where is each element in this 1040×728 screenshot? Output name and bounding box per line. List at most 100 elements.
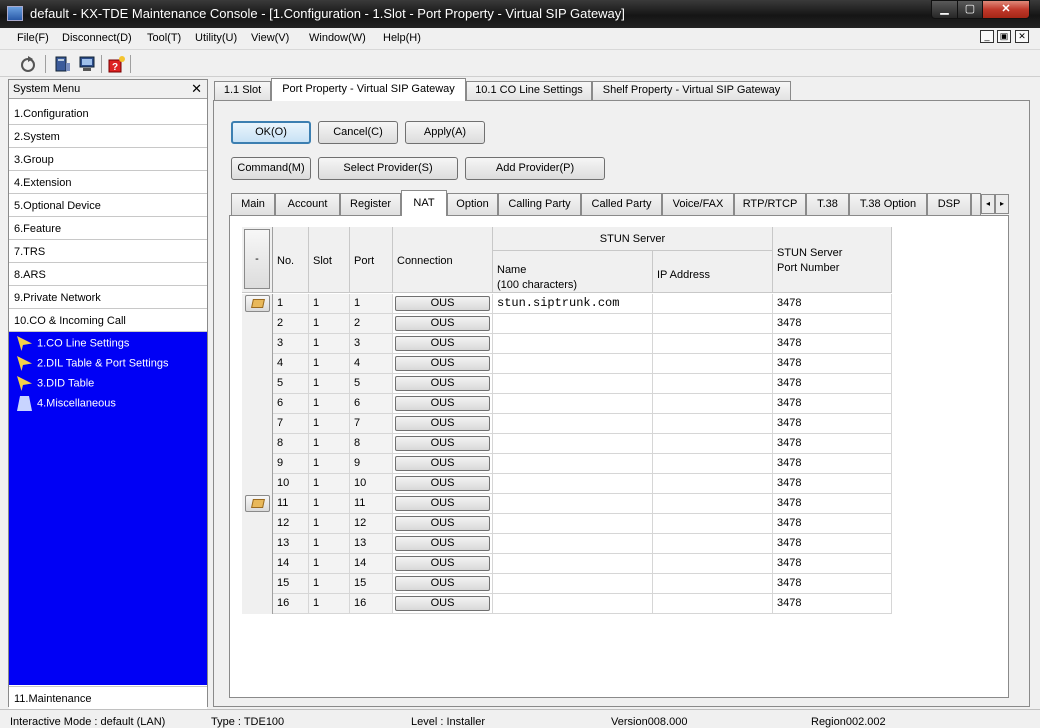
apply-button[interactable]: Apply(A) xyxy=(405,121,485,144)
cell-name[interactable] xyxy=(493,514,653,534)
cell-name[interactable] xyxy=(493,354,653,374)
row-header[interactable] xyxy=(242,574,273,594)
connection-button[interactable]: OUS xyxy=(395,516,490,531)
system-menu-item-group[interactable]: 3.Group xyxy=(9,148,207,171)
system-menu-item-optional-device[interactable]: 5.Optional Device xyxy=(9,194,207,217)
tab-main[interactable]: Main xyxy=(231,193,275,215)
menu-view[interactable]: View(V) xyxy=(251,32,289,44)
cell-stun-port[interactable]: 3478 xyxy=(773,474,892,494)
tab-voice-fax[interactable]: Voice/FAX xyxy=(662,193,734,215)
connection-button[interactable]: OUS xyxy=(395,496,490,511)
command-button[interactable]: Command(M) xyxy=(231,157,311,180)
cell-ip[interactable] xyxy=(653,594,773,614)
minimize-button[interactable]: ▁ xyxy=(931,0,958,19)
menu-tool[interactable]: Tool(T) xyxy=(147,32,181,44)
cell-ip[interactable] xyxy=(653,554,773,574)
system-menu-close-icon[interactable]: ✕ xyxy=(191,81,202,97)
maximize-button[interactable]: ▢ xyxy=(957,0,983,19)
system-menu-item-co-incoming-call[interactable]: 10.CO & Incoming Call xyxy=(9,309,207,332)
cell-name[interactable] xyxy=(493,494,653,514)
cell-ip[interactable] xyxy=(653,434,773,454)
cell-name[interactable] xyxy=(493,574,653,594)
row-header[interactable] xyxy=(242,414,273,434)
connection-button[interactable]: OUS xyxy=(395,336,490,351)
system-menu-item-configuration[interactable]: 1.Configuration xyxy=(9,102,207,125)
mdi-restore-button[interactable]: ▣ xyxy=(997,30,1011,43)
tab-co-line-settings[interactable]: 10.1 CO Line Settings xyxy=(466,81,592,100)
cell-stun-port[interactable]: 3478 xyxy=(773,534,892,554)
tab-nat[interactable]: NAT xyxy=(401,190,447,216)
cell-name[interactable] xyxy=(493,534,653,554)
monitor-icon[interactable] xyxy=(78,55,96,73)
cell-ip[interactable] xyxy=(653,534,773,554)
mdi-minimize-button[interactable]: _ xyxy=(980,30,994,43)
cell-name[interactable] xyxy=(493,454,653,474)
cell-ip[interactable] xyxy=(653,354,773,374)
tab-port-property[interactable]: Port Property - Virtual SIP Gateway xyxy=(271,78,466,101)
cell-ip[interactable] xyxy=(653,394,773,414)
select-provider-button[interactable]: Select Provider(S) xyxy=(318,157,458,180)
cell-stun-port[interactable]: 3478 xyxy=(773,514,892,534)
cancel-button[interactable]: Cancel(C) xyxy=(318,121,398,144)
cell-ip[interactable] xyxy=(653,314,773,334)
cell-name[interactable] xyxy=(493,334,653,354)
cell-stun-port[interactable]: 3478 xyxy=(773,374,892,394)
ok-button[interactable]: OK(O) xyxy=(231,121,311,144)
tab-scroll-right-icon[interactable]: ▸ xyxy=(995,194,1009,214)
row-header[interactable] xyxy=(242,294,273,314)
row-header[interactable] xyxy=(242,394,273,414)
cell-ip[interactable] xyxy=(653,294,773,314)
cell-stun-port[interactable]: 3478 xyxy=(773,414,892,434)
connection-button[interactable]: OUS xyxy=(395,476,490,491)
cell-stun-port[interactable]: 3478 xyxy=(773,294,892,314)
tab-option[interactable]: Option xyxy=(447,193,498,215)
connection-button[interactable]: OUS xyxy=(395,536,490,551)
cell-name[interactable] xyxy=(493,594,653,614)
submenu-item-did-table[interactable]: 3.DID Table xyxy=(17,376,94,392)
cell-ip[interactable] xyxy=(653,494,773,514)
row-header[interactable] xyxy=(242,514,273,534)
refresh-icon[interactable] xyxy=(19,55,37,73)
system-menu-item-feature[interactable]: 6.Feature xyxy=(9,217,207,240)
row-header[interactable] xyxy=(242,354,273,374)
cell-ip[interactable] xyxy=(653,374,773,394)
folder-icon[interactable] xyxy=(245,495,270,512)
connection-button[interactable]: OUS xyxy=(395,416,490,431)
help-icon[interactable]: ? xyxy=(108,55,126,73)
connection-button[interactable]: OUS xyxy=(395,436,490,451)
cell-name[interactable] xyxy=(493,474,653,494)
submenu-item-miscellaneous[interactable]: 4.Miscellaneous xyxy=(17,396,116,412)
submenu-item-dil-table[interactable]: 2.DIL Table & Port Settings xyxy=(17,356,168,372)
menu-help[interactable]: Help(H) xyxy=(383,32,421,44)
tab-rtp-rtcp[interactable]: RTP/RTCP xyxy=(734,193,806,215)
tab-register[interactable]: Register xyxy=(340,193,401,215)
close-button[interactable]: ✕ xyxy=(982,0,1030,19)
mdi-close-button[interactable]: ✕ xyxy=(1015,30,1029,43)
cell-stun-port[interactable]: 3478 xyxy=(773,434,892,454)
tab-slot[interactable]: 1.1 Slot xyxy=(214,81,271,100)
menu-disconnect[interactable]: Disconnect(D) xyxy=(62,32,132,44)
system-menu-item-private-network[interactable]: 9.Private Network xyxy=(9,286,207,309)
tab-dsp[interactable]: DSP xyxy=(927,193,971,215)
cell-name[interactable] xyxy=(493,554,653,574)
row-header[interactable] xyxy=(242,334,273,354)
row-header[interactable] xyxy=(242,534,273,554)
row-header[interactable] xyxy=(242,594,273,614)
tab-shelf-property[interactable]: Shelf Property - Virtual SIP Gateway xyxy=(592,81,791,100)
tab-account[interactable]: Account xyxy=(275,193,340,215)
cell-stun-port[interactable]: 3478 xyxy=(773,574,892,594)
row-header[interactable] xyxy=(242,434,273,454)
cell-name[interactable] xyxy=(493,394,653,414)
cell-name[interactable] xyxy=(493,374,653,394)
pc-icon[interactable] xyxy=(54,55,72,73)
row-header[interactable] xyxy=(242,554,273,574)
cell-stun-port[interactable]: 3478 xyxy=(773,394,892,414)
add-provider-button[interactable]: Add Provider(P) xyxy=(465,157,605,180)
cell-stun-port[interactable]: 3478 xyxy=(773,314,892,334)
select-all-button[interactable]: - xyxy=(244,229,270,289)
cell-name[interactable]: stun.siptrunk.com xyxy=(493,294,653,314)
row-header[interactable] xyxy=(242,494,273,514)
row-header[interactable] xyxy=(242,454,273,474)
cell-stun-port[interactable]: 3478 xyxy=(773,354,892,374)
connection-button[interactable]: OUS xyxy=(395,356,490,371)
